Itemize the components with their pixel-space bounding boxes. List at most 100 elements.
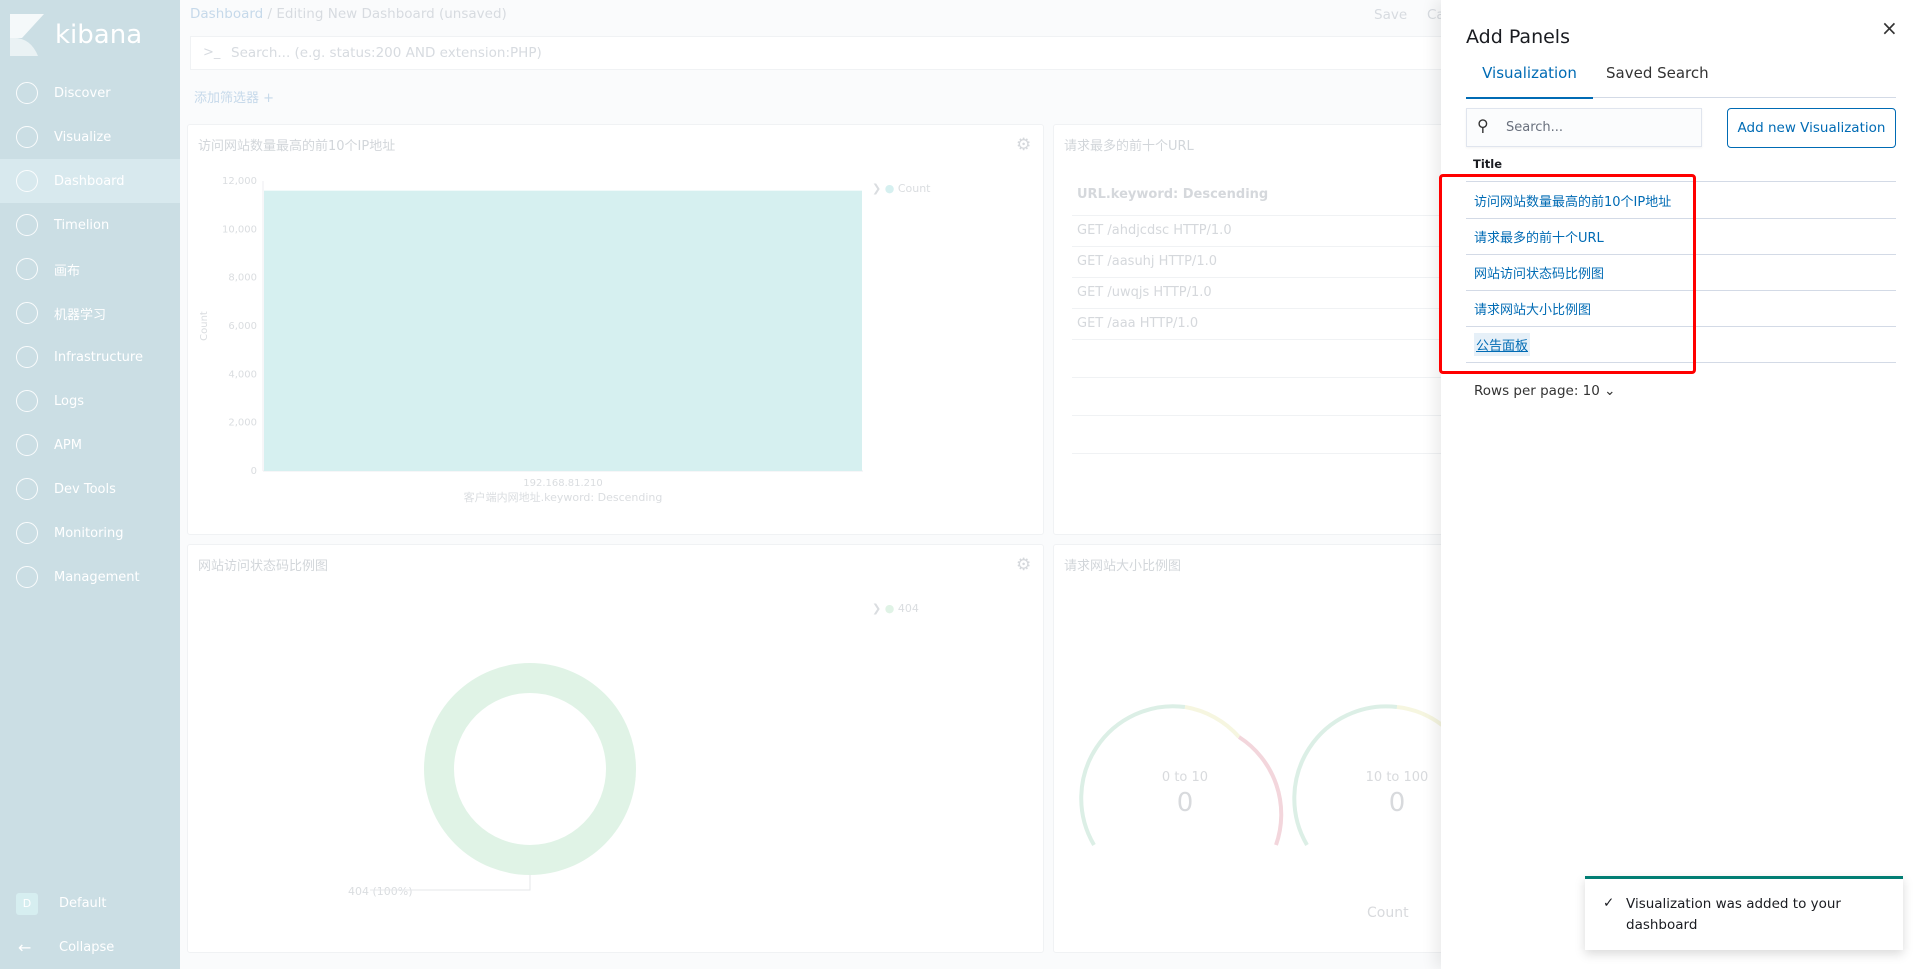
close-icon[interactable]: × xyxy=(1881,16,1898,40)
sidebar-item-visualize[interactable]: Visualize xyxy=(0,115,180,159)
table-row-divider xyxy=(1072,377,1472,378)
rows-per-page[interactable]: Rows per page: 10 ⌄ xyxy=(1474,383,1615,399)
chart-icon xyxy=(16,126,38,148)
sidebar-item-discover[interactable]: Discover xyxy=(0,71,180,115)
breadcrumb-dashboard[interactable]: Dashboard xyxy=(190,6,263,22)
sidebar-item-label: Discover xyxy=(54,85,111,101)
gauge-2-label: 10 to 100 xyxy=(1365,770,1429,785)
add-filter-button[interactable]: 添加筛选器 + xyxy=(194,87,274,106)
search-input[interactable]: ⚲ Search... xyxy=(1466,108,1702,147)
ml-icon xyxy=(16,302,38,324)
sidebar-item-dashboard[interactable]: Dashboard xyxy=(0,159,180,203)
gauge-metric-label: Count xyxy=(1367,905,1409,921)
y-tick-label: 10,000 xyxy=(222,224,257,235)
check-icon: ✓ xyxy=(1603,895,1615,911)
tab-saved-search[interactable]: Saved Search xyxy=(1606,64,1709,82)
flyout-title: Add Panels xyxy=(1466,26,1570,48)
apm-icon xyxy=(16,434,38,456)
collapse-button[interactable]: Collapse xyxy=(59,940,114,955)
sidebar-item-label: Dashboard xyxy=(54,173,125,189)
sidebar-item-infrastructure[interactable]: Infrastructure xyxy=(0,335,180,379)
table-row-divider xyxy=(1072,415,1472,416)
bar-chart: 0 2,000 4,000 6,000 8,000 10,000 12,000 192.168… xyxy=(199,176,863,504)
space-name[interactable]: Default xyxy=(59,896,107,911)
sidebar-item-画布[interactable]: 画布 xyxy=(0,247,180,291)
table-row: GET /uwqjs HTTP/1.0 xyxy=(1072,277,1472,308)
query-prompt-icon: >_ xyxy=(203,45,221,60)
wrench-icon xyxy=(16,478,38,500)
add-panels-flyout: Add Panels × Visualization Saved Search … xyxy=(1439,0,1920,969)
table-row: GET /aaa HTTP/1.0 xyxy=(1072,308,1472,339)
sidebar-item-apm[interactable]: APM xyxy=(0,423,180,467)
y-tick-label: 4,000 xyxy=(228,369,257,380)
success-toast: ✓ Visualization was added to your dashbo… xyxy=(1585,876,1903,950)
column-title[interactable]: Title xyxy=(1473,157,1502,171)
sidebar-item-timelion[interactable]: Timelion xyxy=(0,203,180,247)
bar xyxy=(264,190,862,471)
table-row: GET /ahdjcdsc HTTP/1.0 xyxy=(1072,215,1472,246)
brand-name: kibana xyxy=(55,20,143,50)
sidebar-item-label: Visualize xyxy=(54,129,112,145)
gauge-1-value: 0 xyxy=(1176,788,1194,818)
sidebar-item-label: Management xyxy=(54,569,140,585)
infrastructure-icon xyxy=(16,346,38,368)
panel-request-size: 请求网站大小比例图 0 to 10 0 10 to 100 0 Count xyxy=(1053,544,1483,953)
chevron-down-icon: ⌄ xyxy=(1604,383,1616,399)
highlight-box xyxy=(1439,174,1696,374)
toast-message: Visualization was added to your dashboar… xyxy=(1626,896,1841,933)
sidebar-item-label: Timelion xyxy=(54,217,110,233)
dashboard-icon xyxy=(16,170,38,192)
sidebar-item-management[interactable]: Management xyxy=(0,555,180,599)
logs-icon xyxy=(16,390,38,412)
sidebar-item-机器学习[interactable]: 机器学习 xyxy=(0,291,180,335)
sidebar-item-label: Logs xyxy=(54,393,84,409)
y-tick-label: 0 xyxy=(251,466,257,477)
search-placeholder: Search... xyxy=(1506,120,1564,135)
sidebar-item-label: Infrastructure xyxy=(54,349,143,365)
y-tick-label: 6,000 xyxy=(228,321,257,332)
heartbeat-icon xyxy=(16,522,38,544)
table-row-divider xyxy=(1072,339,1472,340)
donut-slice xyxy=(424,663,636,875)
search-bar[interactable]: >_ Search... (e.g. status:200 AND extens… xyxy=(190,36,1450,70)
x-axis-label: 客户端内网地址.keyword: Descending xyxy=(464,490,663,504)
rows-per-page-label: Rows per page: 10 xyxy=(1474,383,1600,399)
compass-icon xyxy=(16,82,38,104)
breadcrumb-separator: / xyxy=(267,6,273,22)
gear-icon xyxy=(16,566,38,588)
sidebar-item-monitoring[interactable]: Monitoring xyxy=(0,511,180,555)
y-tick-label: 2,000 xyxy=(228,418,257,429)
search-icon: ⚲ xyxy=(1477,116,1489,135)
gauge-2-value: 0 xyxy=(1388,788,1406,818)
kibana-logo xyxy=(10,14,44,56)
breadcrumb: Dashboard / Editing New Dashboard (unsav… xyxy=(190,6,507,22)
add-new-visualization-button[interactable]: Add new Visualization xyxy=(1727,108,1896,148)
table-row-divider xyxy=(1072,453,1472,454)
canvas-icon xyxy=(16,258,38,280)
space-avatar[interactable]: D xyxy=(16,893,38,915)
y-tick-label: 8,000 xyxy=(228,273,257,284)
sidebar-item-label: Monitoring xyxy=(54,525,124,541)
slice-label-leader xyxy=(370,875,531,891)
y-axis-label: Count xyxy=(199,311,210,341)
gauges xyxy=(1079,704,1444,847)
table-header-url[interactable]: URL.keyword: Descending xyxy=(1077,187,1268,202)
gauge-1-label: 0 to 10 xyxy=(1161,770,1209,785)
panel-top-urls: 请求最多的前十个URL URL.keyword: Descending GET … xyxy=(1053,124,1483,535)
table-row: GET /aasuhj HTTP/1.0 xyxy=(1072,246,1472,277)
sidebar-item-label: Dev Tools xyxy=(54,481,116,497)
tab-visualization[interactable]: Visualization xyxy=(1466,64,1593,99)
save-button[interactable]: Save xyxy=(1374,7,1407,23)
search-input[interactable]: Search... (e.g. status:200 AND extension… xyxy=(231,45,542,61)
sidebar-item-label: 画布 xyxy=(54,263,81,279)
donut-chart xyxy=(370,663,636,891)
sidebar-item-logs[interactable]: Logs xyxy=(0,379,180,423)
y-tick-label: 12,000 xyxy=(222,176,257,187)
sidebar-item-label: APM xyxy=(54,437,82,453)
sidebar-item-dev-tools[interactable]: Dev Tools xyxy=(0,467,180,511)
x-tick-label: 192.168.81.210 xyxy=(523,478,603,489)
sidebar-item-label: 机器学习 xyxy=(54,307,107,323)
timelion-icon xyxy=(16,214,38,236)
arrow-left-icon[interactable]: ← xyxy=(18,938,31,957)
sidebar: kibana Discover Visualize Dashboard Timelio… xyxy=(0,0,180,969)
